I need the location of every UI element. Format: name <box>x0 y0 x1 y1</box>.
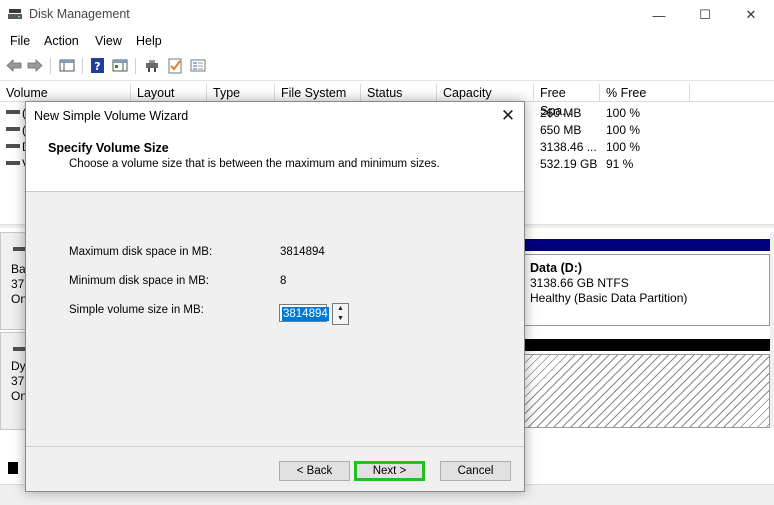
wizard-step-description: Choose a volume size that is between the… <box>69 158 440 170</box>
dialog-title: New Simple Volume Wizard <box>34 109 189 123</box>
volume-icon <box>6 161 20 165</box>
column-type[interactable]: Type <box>207 84 275 101</box>
column-layout[interactable]: Layout <box>131 84 207 101</box>
show-hide-action-pane-icon[interactable] <box>111 57 129 74</box>
unallocated-space[interactable] <box>524 354 770 428</box>
help-icon[interactable]: ? <box>89 57 107 74</box>
maximize-button[interactable]: ☐ <box>682 0 728 30</box>
forward-arrow-icon[interactable] <box>26 57 44 74</box>
volume-icon <box>6 144 20 148</box>
properties-icon[interactable] <box>189 57 207 74</box>
menu-file[interactable]: File <box>10 34 30 48</box>
wizard-step-heading: Specify Volume Size <box>48 141 169 155</box>
dialog-separator <box>26 446 524 447</box>
menu-help[interactable]: Help <box>136 34 162 48</box>
toolbar: ? <box>0 52 774 81</box>
connect-drive-icon[interactable] <box>143 57 161 74</box>
volume-list-header: Volume Layout Type File System Status Ca… <box>0 84 774 118</box>
max-space-value: 3814894 <box>280 246 325 258</box>
volume-icon <box>6 127 20 131</box>
spin-down-icon[interactable]: ▼ <box>333 314 348 324</box>
max-space-label: Maximum disk space in MB: <box>69 246 213 258</box>
checklist-icon[interactable] <box>166 57 184 74</box>
close-button[interactable]: ✕ <box>728 0 774 30</box>
column-volume[interactable]: Volume <box>0 84 131 101</box>
column-capacity[interactable]: Capacity <box>437 84 534 101</box>
primary-partition-bar <box>524 239 770 251</box>
column-file-system[interactable]: File System <box>275 84 361 101</box>
cancel-button[interactable]: Cancel <box>440 461 511 481</box>
svg-text:?: ? <box>94 60 100 73</box>
menu-view[interactable]: View <box>95 34 122 48</box>
spin-up-icon[interactable]: ▲ <box>333 304 348 314</box>
unallocated-bar <box>524 339 770 351</box>
wizard-header: New Simple Volume Wizard ✕ Specify Volum… <box>26 102 524 192</box>
title-bar: Disk Management — ☐ ✕ <box>0 0 774 30</box>
menu-bar: File Action View Help <box>0 30 774 52</box>
partition-status: Healthy (Basic Data Partition) <box>530 291 688 305</box>
partition-name: Data (D:) <box>530 261 583 275</box>
volume-size-input[interactable]: 3814894 <box>279 304 329 322</box>
unallocated-legend-swatch <box>8 462 18 474</box>
next-button[interactable]: Next > <box>354 461 425 481</box>
disk-management-icon <box>8 9 22 19</box>
vertical-scrollbar[interactable] <box>770 232 774 428</box>
partition-size: 3138.66 GB NTFS <box>530 276 629 290</box>
show-hide-console-tree-icon[interactable] <box>58 57 76 74</box>
volume-icon <box>6 110 20 114</box>
menu-action[interactable]: Action <box>44 34 79 48</box>
min-space-label: Minimum disk space in MB: <box>69 275 209 287</box>
volume-size-label: Simple volume size in MB: <box>69 304 204 316</box>
volume-size-value: 3814894 <box>282 307 329 321</box>
new-simple-volume-wizard-dialog: New Simple Volume Wizard ✕ Specify Volum… <box>25 101 525 492</box>
column-status[interactable]: Status <box>361 84 437 101</box>
window-title: Disk Management <box>29 7 130 21</box>
column-free-space[interactable]: Free Spa... <box>534 84 600 118</box>
column-percent-free[interactable]: % Free <box>600 84 690 101</box>
dialog-close-icon[interactable]: ✕ <box>496 104 520 128</box>
back-button[interactable]: < Back <box>279 461 350 481</box>
minimize-button[interactable]: — <box>636 0 682 30</box>
volume-size-spinner[interactable]: ▲ ▼ <box>332 303 349 325</box>
partition-data-d[interactable]: Data (D:) 3138.66 GB NTFS Healthy (Basic… <box>524 254 770 326</box>
back-arrow-icon[interactable] <box>5 57 23 74</box>
min-space-value: 8 <box>280 275 287 287</box>
